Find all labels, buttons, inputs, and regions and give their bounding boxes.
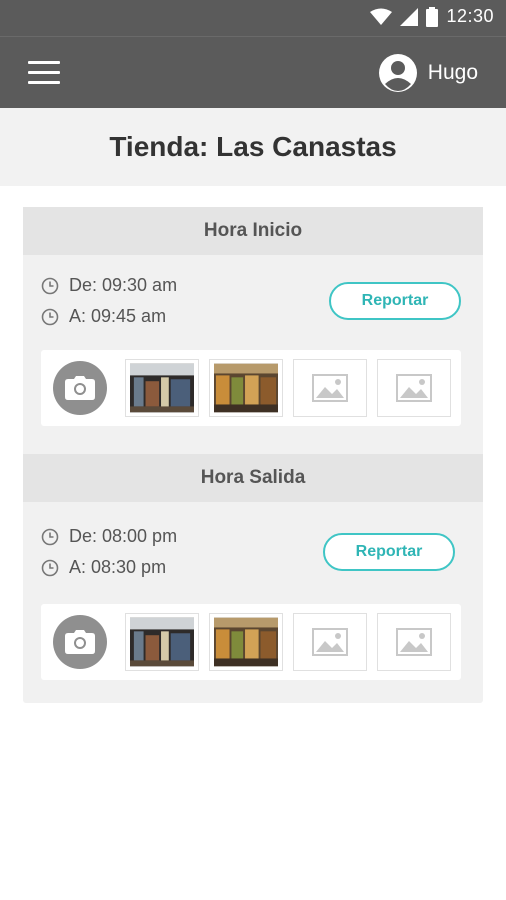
store-photo-image bbox=[130, 617, 194, 667]
image-placeholder-icon bbox=[396, 374, 432, 402]
photo-thumbnail[interactable] bbox=[125, 359, 199, 417]
section-header-exit: Hora Salida bbox=[23, 454, 483, 502]
empty-photo-slot[interactable] bbox=[377, 613, 451, 671]
image-placeholder-icon bbox=[312, 628, 348, 656]
signal-icon bbox=[400, 7, 419, 26]
camera-icon bbox=[65, 376, 95, 400]
time-to-start: A: 09:45 am bbox=[41, 306, 166, 327]
time-from-label: De: 08:00 pm bbox=[69, 526, 178, 546]
photo-strip-exit bbox=[41, 604, 461, 680]
schedule-card: Hora Inicio De: 09:30 am A: 09:45 am Rep… bbox=[23, 207, 483, 703]
clock-icon bbox=[41, 308, 59, 325]
clock-icon bbox=[41, 277, 59, 294]
image-placeholder-icon bbox=[312, 374, 348, 402]
report-button-start[interactable]: Reportar bbox=[329, 282, 461, 320]
menu-button[interactable] bbox=[28, 61, 60, 85]
empty-photo-slot[interactable] bbox=[377, 359, 451, 417]
time-to-label: A: 09:45 am bbox=[69, 306, 167, 326]
status-time: 12:30 bbox=[446, 6, 494, 26]
empty-photo-slot[interactable] bbox=[293, 613, 367, 671]
battery-icon bbox=[426, 6, 439, 27]
time-to-exit: A: 08:30 pm bbox=[41, 557, 166, 578]
account-circle-icon bbox=[378, 54, 417, 92]
store-photo-image bbox=[130, 363, 194, 413]
store-photo-image bbox=[214, 617, 278, 667]
photo-thumbnail[interactable] bbox=[209, 613, 283, 671]
time-from-start: De: 09:30 am bbox=[41, 275, 177, 296]
app-bar: Hugo bbox=[0, 36, 506, 108]
hamburger-icon bbox=[28, 61, 60, 64]
clock-icon bbox=[41, 528, 59, 545]
photo-strip-start bbox=[41, 350, 461, 426]
photo-thumbnail[interactable] bbox=[125, 613, 199, 671]
user-name: Hugo bbox=[427, 61, 478, 84]
photo-thumbnail[interactable] bbox=[209, 359, 283, 417]
page-title-bar: Tienda: Las Canastas bbox=[0, 108, 506, 186]
image-placeholder-icon bbox=[396, 628, 432, 656]
page-title: Tienda: Las Canastas bbox=[109, 131, 397, 162]
user-profile-button[interactable]: Hugo bbox=[378, 53, 478, 93]
section-header-start: Hora Inicio bbox=[23, 207, 483, 255]
clock-icon bbox=[41, 559, 59, 576]
store-photo-image bbox=[214, 363, 278, 413]
status-icons: 12:30 bbox=[370, 6, 494, 27]
report-button-exit[interactable]: Reportar bbox=[323, 533, 455, 571]
camera-button[interactable] bbox=[53, 361, 107, 415]
time-from-exit: De: 08:00 pm bbox=[41, 526, 177, 547]
empty-photo-slot[interactable] bbox=[293, 359, 367, 417]
time-from-label: De: 09:30 am bbox=[69, 275, 178, 295]
wifi-icon bbox=[370, 8, 393, 25]
camera-icon bbox=[65, 630, 95, 654]
camera-button[interactable] bbox=[53, 615, 107, 669]
status-bar: 12:30 bbox=[0, 0, 506, 36]
time-to-label: A: 08:30 pm bbox=[69, 557, 167, 577]
